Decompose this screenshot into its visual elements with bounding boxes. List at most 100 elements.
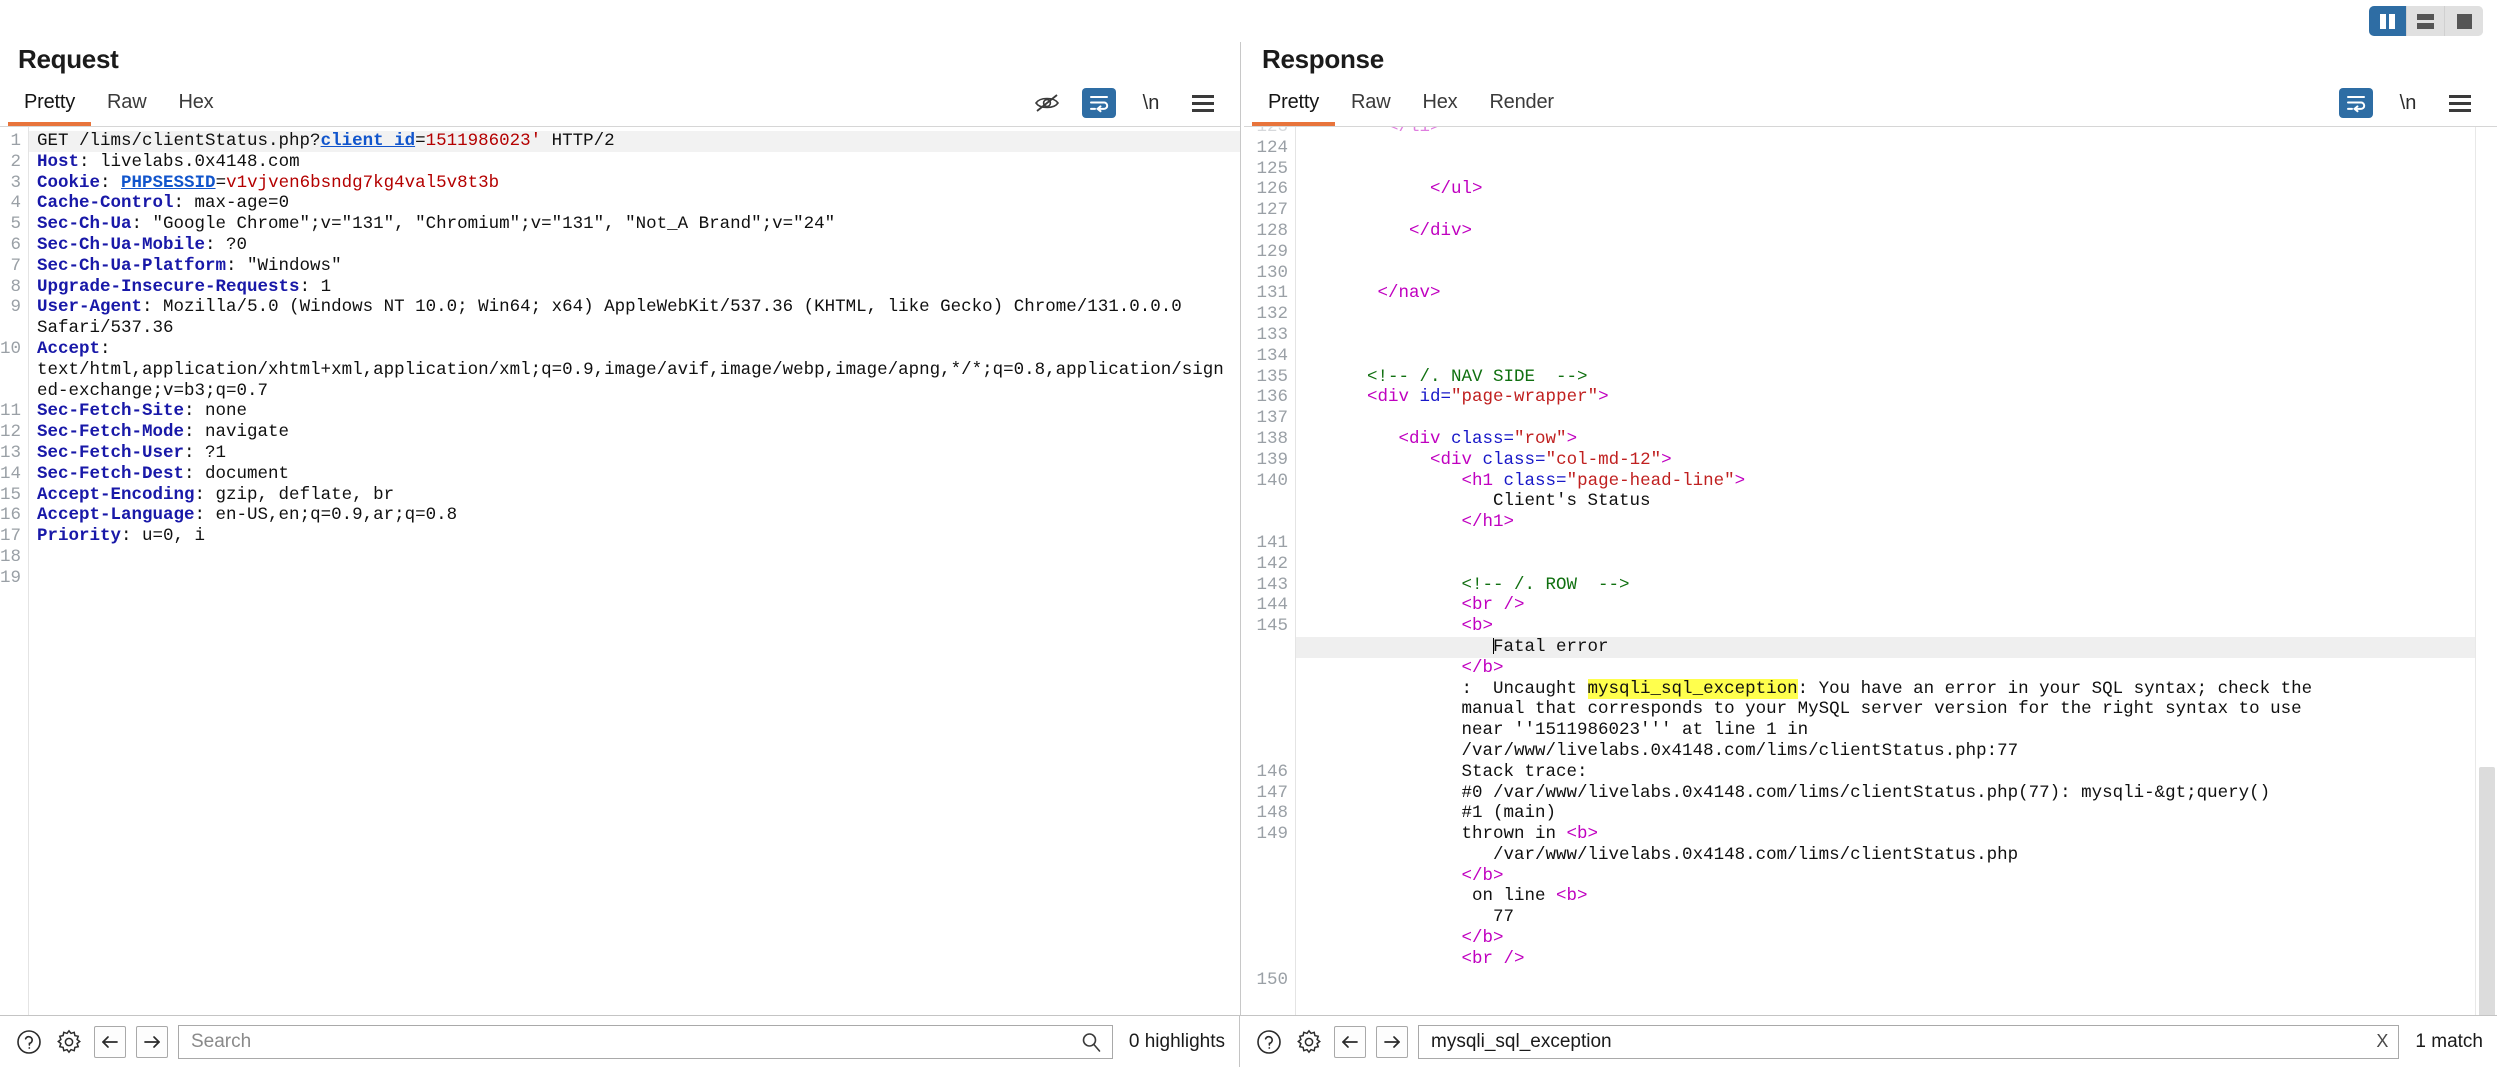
code-line[interactable]: thrown in <b> [1296,824,2497,845]
search-next-button[interactable] [1376,1025,1408,1058]
response-scrollbar[interactable] [2475,127,2497,1015]
code-line[interactable]: Priority: u=0, i [29,526,1240,547]
code-line[interactable]: /var/www/livelabs.0x4148.com/lims/client… [1296,741,2497,762]
newline-icon[interactable]: \n [2391,88,2425,118]
code-line[interactable]: User-Agent: Mozilla/5.0 (Windows NT 10.0… [29,297,1240,318]
response-code[interactable]: </li> </ul> </div> </nav> <!-- /. NAV SI… [1296,127,2497,1015]
code-line[interactable]: <b> [1296,616,2497,637]
clear-x-icon[interactable]: X [2370,1031,2388,1052]
code-line[interactable]: </b> [1296,928,2497,949]
response-editor[interactable]: 123 124 125 126 127 128 129 130 131 132 133 134 135 1… [1244,126,2497,1015]
code-line[interactable]: Sec-Fetch-User: ?1 [29,443,1240,464]
code-line[interactable]: /var/www/livelabs.0x4148.com/lims/client… [1296,845,2497,866]
code-line[interactable]: manual that corresponds to your MySQL se… [1296,699,2497,720]
code-line[interactable]: Host: livelabs.0x4148.com [29,152,1240,173]
magnifier-icon[interactable] [1074,1031,1102,1053]
response-tab-raw[interactable]: Raw [1335,91,1406,126]
code-line[interactable] [1296,325,2497,346]
code-line[interactable]: <div id="page-wrapper"> [1296,387,2497,408]
layout-single-pane-button[interactable] [2445,6,2483,36]
response-tab-hex[interactable]: Hex [1406,91,1473,126]
code-line[interactable]: 77 [1296,907,2497,928]
code-line[interactable]: </b> [1296,866,2497,887]
code-line[interactable]: Cache-Control: max-age=0 [29,193,1240,214]
code-line[interactable] [1296,200,2497,221]
code-line[interactable]: </div> [1296,221,2497,242]
layout-vertical-split-button[interactable] [2369,6,2407,36]
request-code[interactable]: GET /lims/clientStatus.php?client_id=151… [29,127,1240,1015]
code-line[interactable]: </li> [1296,127,2497,138]
request-tab-raw[interactable]: Raw [91,91,162,126]
code-line[interactable] [1296,304,2497,325]
search-next-button[interactable] [136,1025,168,1058]
code-line[interactable]: Sec-Ch-Ua-Platform: "Windows" [29,256,1240,277]
code-line[interactable] [1296,970,2497,991]
layout-horizontal-split-button[interactable] [2407,6,2445,36]
code-line[interactable]: Sec-Fetch-Dest: document [29,464,1240,485]
word-wrap-icon[interactable] [2339,88,2373,118]
code-line[interactable]: </h1> [1296,512,2497,533]
response-tab-pretty[interactable]: Pretty [1252,91,1336,126]
code-line[interactable]: Sec-Fetch-Mode: navigate [29,422,1240,443]
code-line[interactable]: Accept-Language: en-US,en;q=0.9,ar;q=0.8 [29,505,1240,526]
code-line[interactable]: near ''1511986023''' at line 1 in [1296,720,2497,741]
eye-slash-icon[interactable] [1030,88,1064,118]
request-search-box[interactable] [178,1024,1113,1059]
code-line[interactable] [1296,554,2497,575]
code-line[interactable] [29,547,1240,568]
code-line[interactable]: </ul> [1296,179,2497,200]
code-line[interactable]: on line <b> [1296,886,2497,907]
code-line[interactable]: Client's Status [1296,491,2497,512]
code-line[interactable]: </nav> [1296,283,2497,304]
request-tab-pretty[interactable]: Pretty [8,91,92,126]
request-tab-hex[interactable]: Hex [162,91,229,126]
code-line[interactable] [1296,138,2497,159]
word-wrap-icon[interactable] [1082,88,1116,118]
code-line[interactable]: : Uncaught mysqli_sql_exception: You hav… [1296,678,2497,700]
code-line[interactable]: Sec-Ch-Ua-Mobile: ?0 [29,235,1240,256]
code-line[interactable] [1296,159,2497,180]
search-prev-button[interactable] [1334,1025,1366,1058]
layout-toggle-group[interactable] [2369,6,2483,36]
request-editor[interactable]: 1 2 3 4 5 6 7 8 9 10 11 12 13 14 15 16 17 18 19 GET /lims/… [0,126,1240,1015]
menu-icon[interactable] [2443,88,2477,118]
code-line[interactable]: #1 (main) [1296,803,2497,824]
newline-icon[interactable]: \n [1134,88,1168,118]
code-line[interactable]: ed-exchange;v=b3;q=0.7 [29,381,1240,402]
scrollbar-thumb[interactable] [2479,767,2495,1015]
code-line[interactable] [1296,346,2497,367]
code-line[interactable] [29,568,1240,589]
code-line[interactable]: Sec-Fetch-Site: none [29,401,1240,422]
response-search-box[interactable]: X [1418,1024,2400,1059]
code-line[interactable]: <!-- /. ROW --> [1296,575,2497,596]
code-line[interactable]: text/html,application/xhtml+xml,applicat… [29,360,1240,381]
code-line[interactable]: Accept: [29,339,1240,360]
search-prev-button[interactable] [94,1025,126,1058]
code-line[interactable]: </b> [1296,658,2497,679]
code-line[interactable]: Fatal error [1296,636,2497,658]
code-line[interactable] [1296,263,2497,284]
code-line[interactable]: <br /> [1296,595,2497,616]
code-line[interactable]: <br /> [1296,949,2497,970]
gear-icon[interactable] [1294,1027,1324,1057]
code-line[interactable]: Cookie: PHPSESSID=v1vjven6bsndg7kg4val5v… [29,173,1240,194]
code-line[interactable]: <h1 class="page-head-line"> [1296,471,2497,492]
request-search-input[interactable] [191,1030,1074,1053]
code-line[interactable]: Sec-Ch-Ua: "Google Chrome";v="131", "Chr… [29,214,1240,235]
code-line[interactable]: <!-- /. NAV SIDE --> [1296,367,2497,388]
code-line[interactable]: Stack trace: [1296,762,2497,783]
response-tab-render[interactable]: Render [1473,91,1569,126]
question-circle-icon[interactable] [14,1027,44,1057]
code-line[interactable]: Accept-Encoding: gzip, deflate, br [29,485,1240,506]
question-circle-icon[interactable] [1254,1027,1284,1057]
code-line[interactable] [1296,242,2497,263]
response-search-input[interactable] [1431,1030,2371,1053]
code-line[interactable]: <div class="row"> [1296,429,2497,450]
code-line[interactable]: #0 /var/www/livelabs.0x4148.com/lims/cli… [1296,783,2497,804]
menu-icon[interactable] [1186,88,1220,118]
code-line[interactable] [1296,408,2497,429]
code-line[interactable]: GET /lims/clientStatus.php?client_id=151… [29,131,1240,152]
code-line[interactable]: <div class="col-md-12"> [1296,450,2497,471]
code-line[interactable]: Upgrade-Insecure-Requests: 1 [29,277,1240,298]
gear-icon[interactable] [54,1027,84,1057]
